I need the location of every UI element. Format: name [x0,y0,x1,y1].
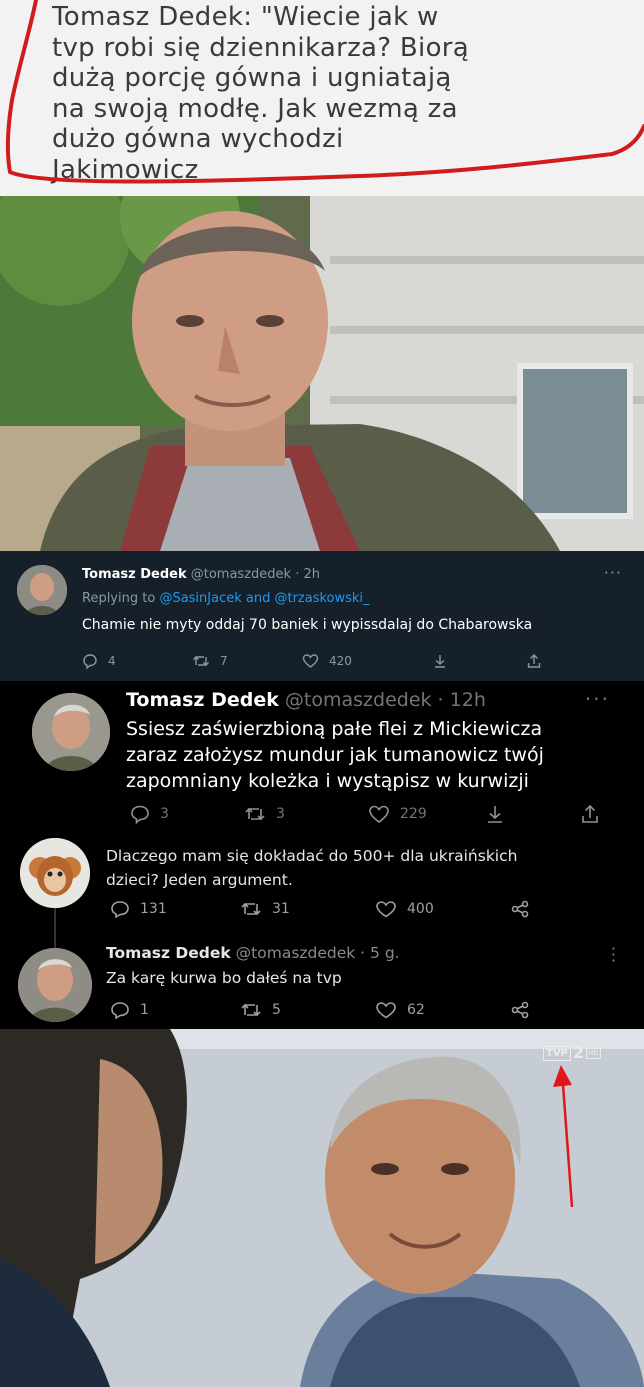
like-icon [369,805,389,823]
reply-icon [131,805,149,824]
like-count: 420 [329,654,352,668]
reply-button[interactable]: 4 [82,653,116,669]
share-button[interactable] [510,900,530,918]
download-icon [488,806,502,823]
reply-icon [111,901,129,918]
retweet-count: 31 [272,901,290,917]
tv-still: TVP 2 HD [0,1029,644,1387]
reply-count: 131 [140,901,167,917]
reply-icon [111,1002,129,1019]
like-button[interactable]: 420 [302,653,352,669]
tweet-header: Tomasz Dedek @tomaszdedek · 2h [82,567,320,582]
avatar[interactable] [32,693,110,771]
quote-panel: Tomasz Dedek: "Wiecie jak w tvp robi się… [0,0,644,196]
avatar[interactable] [18,948,92,1022]
bookmark-button[interactable] [432,653,448,669]
parent-tweet-text: Dlaczego mam się dokładać do 500+ dla uk… [106,844,517,892]
share-button[interactable] [580,804,600,824]
tweet-dim: Tomasz Dedek @tomaszdedek · 2h ··· Reply… [0,551,644,681]
download-icon [435,655,445,668]
dedek-photo [0,196,644,551]
replying-prefix: Replying to [82,591,156,606]
tvp2-hd-logo: TVP 2 HD [543,1045,601,1061]
retweet-count: 5 [272,1002,281,1018]
bookmark-button[interactable] [485,804,505,824]
retweet-icon [241,902,261,916]
like-count: 62 [407,1002,425,1018]
reply-icon [83,654,97,669]
share-icon [511,1001,529,1019]
reply-count: 1 [140,1002,149,1018]
author-name[interactable]: Tomasz Dedek [82,567,187,582]
tweet-line: zaraz założysz mundur jak tumanowicz twó… [126,744,544,766]
like-count: 400 [407,901,434,917]
reply-button[interactable]: 3 [130,804,169,824]
replying-to: Replying to @SasinJacek and @trzaskowski… [82,591,370,606]
tweet-thread: Dlaczego mam się dokładać do 500+ dla uk… [0,836,644,1029]
author-handle: @tomaszdedek · 12h [284,689,486,711]
share-icon [511,900,529,918]
avatar[interactable] [17,565,67,615]
replying-to-links[interactable]: @SasinJacek and @trzaskowski_ [159,591,369,606]
tweet-black: Tomasz Dedek @tomaszdedek · 12h ··· Ssie… [0,681,644,836]
monkey-avatar[interactable] [20,838,90,908]
tweet-header: Tomasz Dedek @tomaszdedek · 5 g. [106,944,400,962]
more-icon[interactable]: ··· [604,563,622,582]
channel-number: 2 [572,1043,585,1062]
author-handle: @tomaszdedek · 2h [190,567,320,582]
reply-button[interactable]: 1 [110,1001,149,1019]
hd-badge: HD [586,1047,601,1059]
tweet-header: Tomasz Dedek @tomaszdedek · 12h [126,689,486,711]
retweet-button[interactable]: 5 [240,1001,281,1019]
reply-tweet-text: Za karę kurwa bo dałeś na tvp [106,969,342,987]
retweet-icon [193,656,209,666]
reply-count: 4 [108,654,116,668]
thread-line [54,908,56,948]
like-icon [302,654,319,668]
like-button[interactable]: 400 [375,900,434,918]
retweet-button[interactable]: 7 [192,653,228,669]
red-outline [5,0,644,184]
tweet-line: Ssiesz zaświerzbioną pałe flei z Mickiew… [126,718,543,740]
reply-count: 3 [160,806,169,822]
like-icon [376,901,396,918]
tweet-line: Dlaczego mam się dokładać do 500+ dla uk… [106,847,518,865]
share-button[interactable] [526,653,542,669]
share-icon [527,654,541,668]
like-count: 229 [400,806,427,822]
tvp-logo-text: TVP [543,1045,571,1061]
tweet-line: dzieci? Jeden argument. [106,871,293,889]
like-button[interactable]: 229 [368,804,427,824]
like-icon [376,1002,396,1019]
retweet-button[interactable]: 3 [244,804,285,824]
author-name[interactable]: Tomasz Dedek [106,944,231,962]
like-button[interactable]: 62 [375,1001,425,1019]
share-icon [582,804,598,823]
retweet-count: 7 [220,654,228,668]
more-icon[interactable]: ··· [611,941,616,969]
more-icon[interactable]: ··· [585,687,610,711]
tweet-text: Ssiesz zaświerzbioną pałe flei z Mickiew… [126,716,626,794]
retweet-icon [245,807,265,821]
author-name[interactable]: Tomasz Dedek [126,689,279,711]
retweet-button[interactable]: 31 [240,900,290,918]
share-button[interactable] [510,1001,530,1019]
author-handle: @tomaszdedek · 5 g. [235,944,400,962]
tweet-line: zapomniany koleżka i wystąpisz w kurwizj… [126,770,529,792]
reply-button[interactable]: 131 [110,900,167,918]
retweet-count: 3 [276,806,285,822]
retweet-icon [241,1003,261,1017]
tweet-text: Chamie nie myty oddaj 70 baniek i wypiss… [82,617,533,633]
